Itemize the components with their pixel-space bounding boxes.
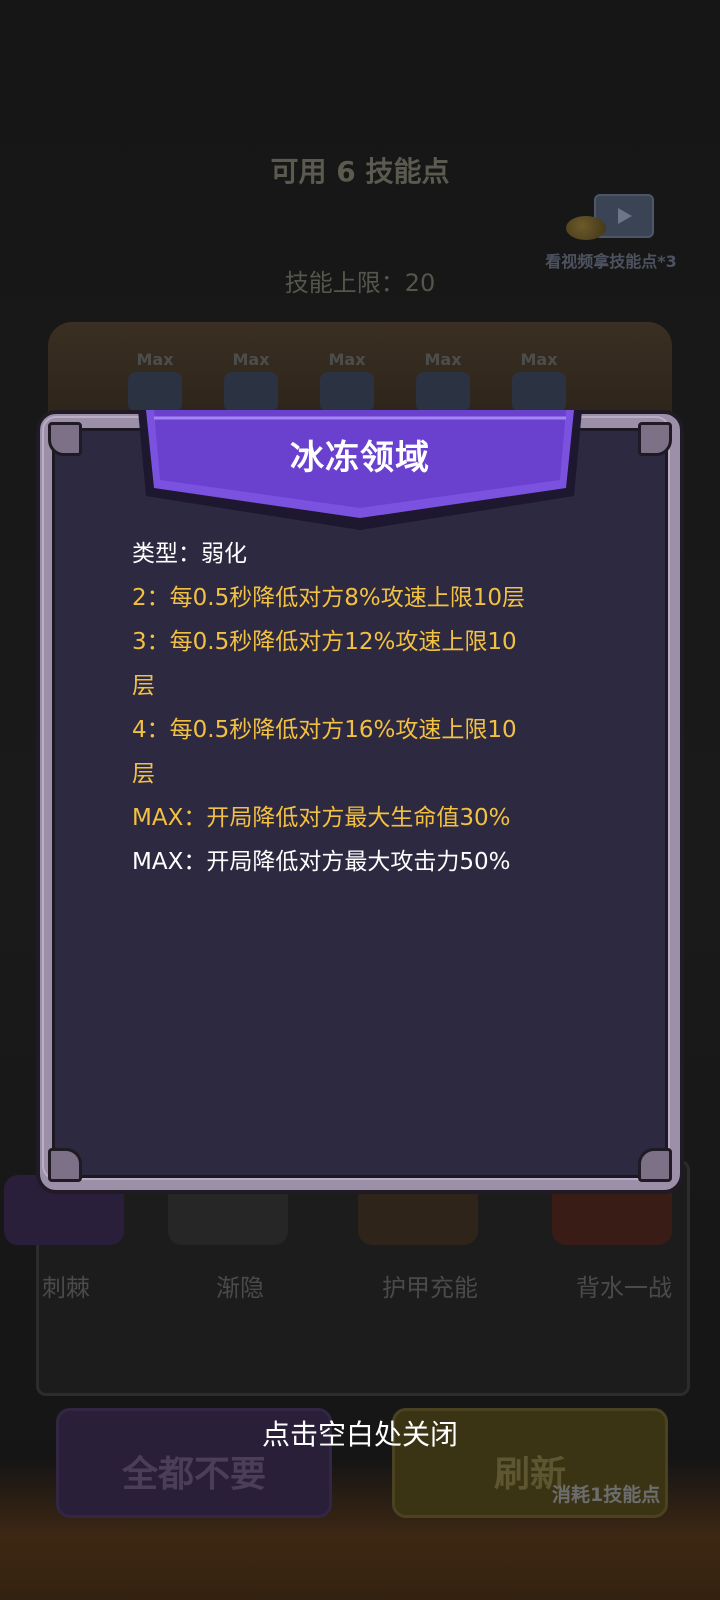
- tap-to-close-hint[interactable]: 点击空白处关闭: [0, 1413, 720, 1453]
- corner-ornament: [638, 1148, 672, 1182]
- max-badge: Max: [136, 350, 174, 369]
- level-3-effect: 3：每0.5秒降低对方12%攻速上限10: [132, 629, 517, 655]
- skill-detail-dialog: 冰冻领域 类型：弱化 2：每0.5秒降低对方8%攻速上限10层 3：每0.5秒降…: [36, 410, 684, 1194]
- max-effect-hp: MAX：开局降低对方最大生命值30%: [132, 805, 511, 831]
- skill-icon: [224, 372, 278, 412]
- max-badge: Max: [328, 350, 366, 369]
- max-badge: Max: [424, 350, 462, 369]
- max-badge: Max: [232, 350, 270, 369]
- max-badge: Max: [520, 350, 558, 369]
- corner-ornament: [48, 1148, 82, 1182]
- corner-ornament: [48, 422, 82, 456]
- skill-slot[interactable]: Max: [312, 350, 382, 412]
- skill-slot[interactable]: Max: [408, 350, 478, 412]
- max-effect-attack: MAX：开局降低对方最大攻击力50%: [132, 849, 511, 875]
- corner-ornament: [638, 422, 672, 456]
- title-ribbon: 冰冻领域: [138, 410, 582, 530]
- skill-icon: [320, 372, 374, 412]
- skill-card-label: 护甲充能: [382, 1274, 478, 1302]
- game-screen[interactable]: 可用 6 技能点 看视频拿技能点*3 技能上限：20 Max Max Max M…: [0, 0, 720, 1600]
- coins-icon: [566, 216, 606, 240]
- skill-type-line: 类型：弱化: [132, 541, 247, 567]
- skill-name: 冰冻领域: [290, 438, 430, 478]
- skill-description: 类型：弱化 2：每0.5秒降低对方8%攻速上限10层 3：每0.5秒降低对方12…: [132, 532, 592, 884]
- skill-slot[interactable]: Max: [504, 350, 574, 412]
- skill-card-label: 刺棘: [42, 1274, 90, 1302]
- refresh-cost: 消耗1技能点: [552, 1484, 661, 1506]
- level-3-effect-wrap: 层: [132, 673, 155, 699]
- skill-card-label: 渐隐: [216, 1274, 264, 1302]
- skill-icon: [512, 372, 566, 412]
- level-4-effect-wrap: 层: [132, 761, 155, 787]
- available-skill-points: 可用 6 技能点: [270, 155, 450, 188]
- level-2-effect: 2：每0.5秒降低对方8%攻速上限10层: [132, 585, 525, 611]
- skill-slot[interactable]: Max: [120, 350, 190, 412]
- skill-icon: [128, 372, 182, 412]
- skill-icon: [416, 372, 470, 412]
- level-4-effect: 4：每0.5秒降低对方16%攻速上限10: [132, 717, 517, 743]
- skill-limit: 技能上限：20: [284, 269, 436, 297]
- watch-video-button[interactable]: [566, 192, 666, 242]
- skill-card-label: 背水一战: [576, 1274, 672, 1302]
- skill-slot[interactable]: Max: [216, 350, 286, 412]
